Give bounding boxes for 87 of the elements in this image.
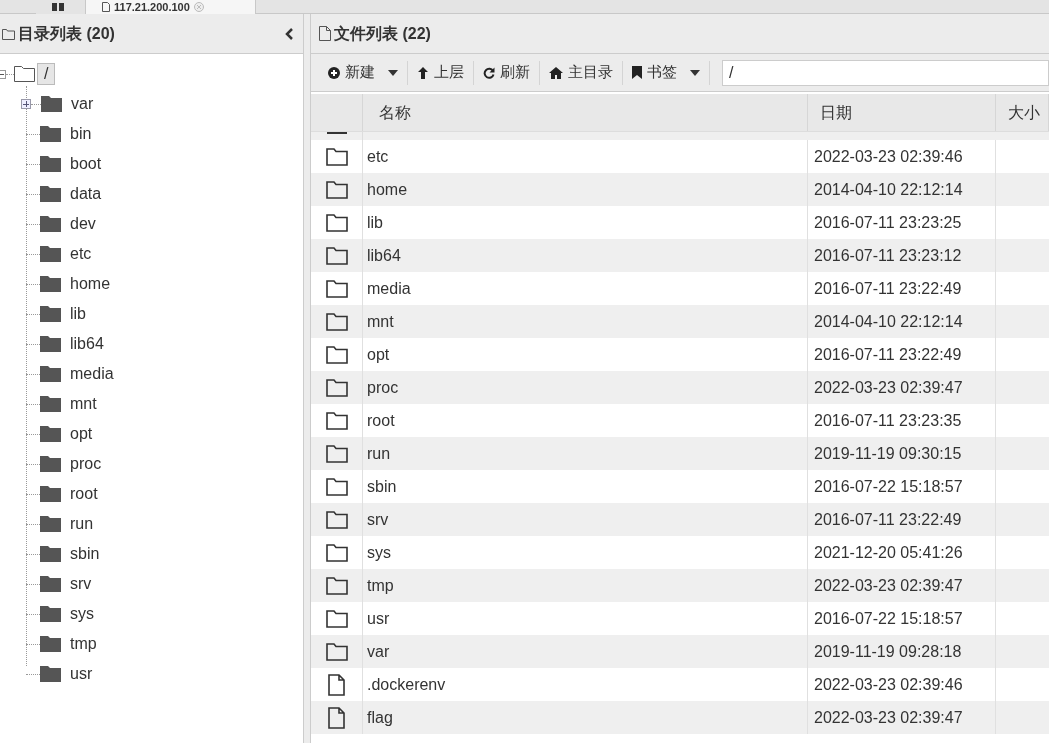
tree-item[interactable]: srv — [70, 572, 92, 596]
folder-icon — [325, 180, 348, 199]
folder-icon — [325, 345, 348, 364]
tree-item[interactable]: sbin — [70, 542, 100, 566]
tree-item[interactable]: opt — [70, 422, 93, 446]
tree-item[interactable]: dev — [70, 212, 96, 236]
folder-icon — [40, 636, 61, 652]
folder-icon — [325, 246, 348, 265]
folder-icon — [325, 642, 348, 661]
folder-icon — [325, 510, 348, 529]
tree-item[interactable]: etc — [70, 242, 92, 266]
tree-item[interactable]: media — [70, 362, 114, 386]
tree-item[interactable]: bin — [70, 122, 92, 146]
folder-icon — [40, 486, 61, 502]
tab[interactable] — [36, 0, 86, 14]
folder-icon — [325, 147, 348, 166]
up-arrow-icon — [417, 66, 429, 79]
folder-icon — [40, 306, 61, 322]
folder-icon — [325, 378, 348, 397]
folder-icon — [40, 516, 61, 532]
file-icon — [328, 673, 345, 696]
folder-icon — [40, 366, 61, 382]
file-icon — [328, 706, 345, 729]
folder-icon — [2, 27, 15, 40]
tree-item[interactable]: / — [37, 63, 56, 85]
folder-icon — [40, 246, 61, 262]
plus-icon — [328, 66, 340, 79]
home-button[interactable]: 主目录 — [541, 57, 621, 88]
home-icon — [549, 66, 563, 79]
folder-icon — [325, 543, 348, 562]
table-cell: 2022-03-23 02:39:47 — [808, 701, 996, 734]
tree-item[interactable]: sys — [70, 602, 94, 626]
folder-icon — [325, 576, 348, 595]
column-header[interactable]: 大小 — [996, 94, 1049, 131]
folder-icon — [41, 96, 62, 112]
folder-icon — [325, 411, 348, 430]
tree-item[interactable]: var — [71, 92, 94, 116]
folder-icon — [40, 216, 61, 232]
tree-item[interactable]: lib64 — [70, 332, 104, 356]
tree-item[interactable]: run — [70, 512, 94, 536]
tree-item[interactable]: root — [70, 482, 98, 506]
file-icon — [102, 2, 110, 12]
folder-icon — [14, 66, 35, 82]
folder-icon — [325, 609, 348, 628]
column-header[interactable]: 名称 — [363, 94, 808, 131]
folder-icon — [40, 546, 61, 562]
path-field[interactable]: / — [722, 59, 1049, 86]
plus-button[interactable]: 新建 — [320, 57, 406, 88]
refresh-icon — [483, 66, 495, 79]
tree-item[interactable]: proc — [70, 452, 102, 476]
up-button[interactable]: 上层 — [409, 57, 472, 88]
folder-icon — [40, 276, 61, 292]
tree-item[interactable]: mnt — [70, 392, 97, 416]
tab[interactable]: 117.21.200.100 — [86, 0, 256, 14]
collapse-icon[interactable] — [285, 27, 293, 40]
folder-icon — [40, 186, 61, 202]
folder-icon — [325, 279, 348, 298]
panel-title: 文件列表 (22) — [334, 23, 431, 44]
folder-icon — [325, 312, 348, 331]
tree-item[interactable]: tmp — [70, 632, 97, 656]
bookmark-icon — [632, 66, 642, 79]
folder-icon — [325, 477, 348, 496]
file-icon — [319, 26, 331, 41]
bookmark-button[interactable]: 书签 — [624, 57, 708, 88]
expand-toggle[interactable] — [21, 99, 31, 109]
tree-item[interactable]: boot — [70, 152, 102, 176]
collapse-toggle[interactable] — [0, 69, 6, 79]
grid-icon — [52, 3, 64, 11]
folder-icon — [40, 666, 61, 682]
folder-icon — [40, 126, 61, 142]
folder-icon — [40, 396, 61, 412]
folder-icon — [325, 444, 348, 463]
panel-title: 目录列表 (20) — [18, 23, 115, 44]
folder-icon — [40, 336, 61, 352]
folder-icon — [40, 456, 61, 472]
tree-item[interactable]: data — [70, 182, 102, 206]
tree-item[interactable]: lib — [70, 302, 86, 326]
folder-icon — [40, 426, 61, 442]
folder-icon — [40, 576, 61, 592]
folder-icon — [40, 606, 61, 622]
folder-icon — [40, 156, 61, 172]
folder-icon — [325, 213, 348, 232]
refresh-button[interactable]: 刷新 — [475, 57, 538, 88]
tree-item[interactable]: usr — [70, 662, 93, 686]
tree-item[interactable]: home — [70, 272, 111, 296]
column-header[interactable]: 日期 — [808, 94, 996, 131]
table-cell: flag — [363, 701, 808, 734]
